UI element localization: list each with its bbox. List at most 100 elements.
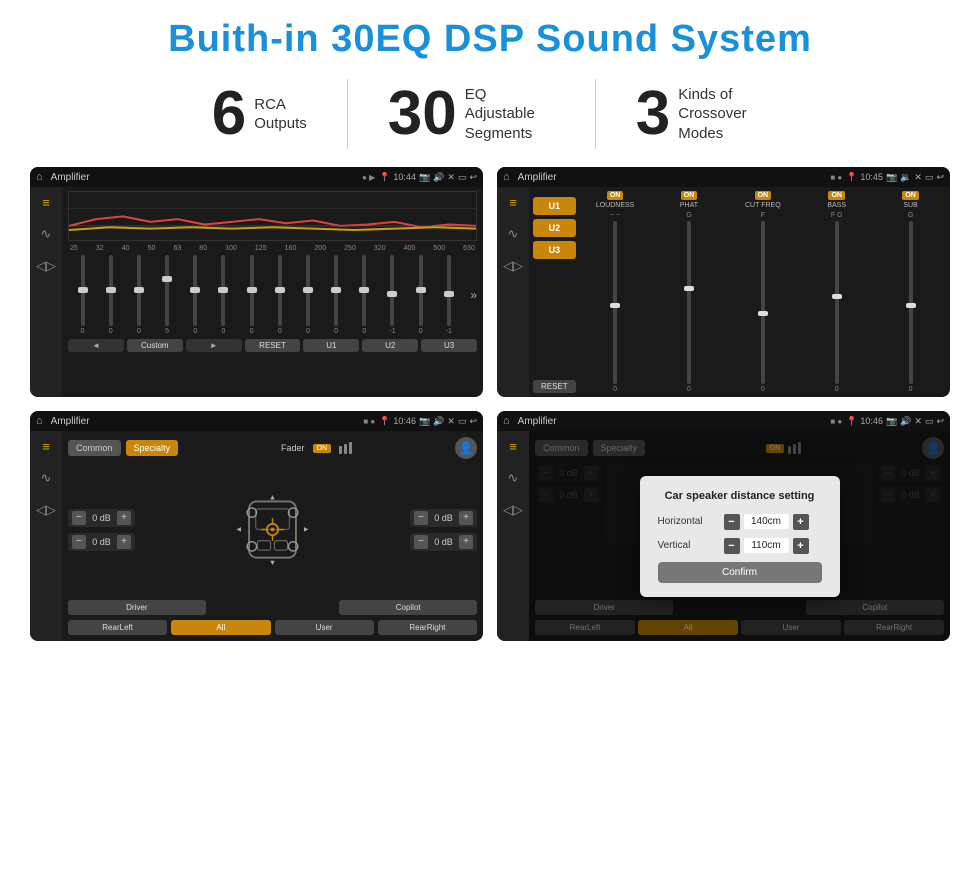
s3-tabs: Common Specialty: [68, 440, 178, 456]
confirm-button[interactable]: Confirm: [658, 562, 822, 583]
eq-next-btn[interactable]: ►: [186, 339, 242, 352]
home-icon-4[interactable]: ⌂: [503, 415, 510, 427]
status-bar-1: ⌂ Amplifier ● ▶ 📍 10:44 📷 🔊 ✕ ▭ ↩: [30, 167, 483, 187]
eq-u1-btn[interactable]: U1: [303, 339, 359, 352]
speaker-icon[interactable]: ◁▷: [36, 258, 56, 274]
eq-slider-9[interactable]: 0: [324, 255, 349, 335]
vol-icon-3: 🔊: [433, 416, 444, 427]
eq-slider-12[interactable]: 0: [408, 255, 433, 335]
amp-u2-btn[interactable]: U2: [533, 219, 576, 237]
screen-common: ⌂ Amplifier ■ ● 📍 10:46 📷 🔊 ✕ ▭ ↩ ≡ ∿ ◁▷: [30, 411, 483, 641]
amp-u3-btn[interactable]: U3: [533, 241, 576, 259]
right-top-minus[interactable]: −: [414, 511, 428, 525]
right-bot-minus[interactable]: −: [414, 535, 428, 549]
wave-icon[interactable]: ∿: [41, 226, 52, 242]
eq-slider-10[interactable]: 0: [352, 255, 377, 335]
eq-slider-1[interactable]: 0: [98, 255, 123, 335]
home-icon-2[interactable]: ⌂: [503, 171, 510, 183]
phat-title: PHAT: [680, 202, 698, 209]
back-icon-2[interactable]: ↩: [936, 172, 944, 183]
back-icon-3[interactable]: ↩: [469, 416, 477, 427]
bass-slider[interactable]: [835, 221, 839, 384]
driver-btn[interactable]: Driver: [68, 600, 206, 615]
speaker-icon-3[interactable]: ◁▷: [36, 502, 56, 518]
back-icon-1[interactable]: ↩: [469, 172, 477, 183]
tab-common[interactable]: Common: [68, 440, 121, 456]
cutfreq-slider[interactable]: [761, 221, 765, 384]
eq-slider-6[interactable]: 0: [239, 255, 264, 335]
eq-u2-btn[interactable]: U2: [362, 339, 418, 352]
eq-slider-11[interactable]: -1: [380, 255, 405, 335]
eq-icon-3[interactable]: ≡: [42, 439, 50, 454]
user-icon-3[interactable]: 👤: [455, 437, 477, 459]
left-top-plus[interactable]: +: [117, 511, 131, 525]
map-icon-3: 📍: [379, 416, 390, 427]
cutfreq-on-badge[interactable]: ON: [755, 191, 772, 200]
speaker-icon-2[interactable]: ◁▷: [503, 258, 523, 274]
vol-icon-1: 🔊: [433, 172, 444, 183]
left-top-val: 0 dB: [89, 513, 114, 523]
left-bot-val: 0 dB: [89, 537, 114, 547]
horizontal-minus-btn[interactable]: −: [724, 514, 740, 530]
cam-icon-2: 📷: [886, 172, 897, 183]
eq-more-icon[interactable]: »: [470, 255, 477, 335]
sub-on-badge[interactable]: ON: [902, 191, 919, 200]
map-icon-4: 📍: [846, 416, 857, 427]
amp-phat-col: ON PHAT G 0: [654, 191, 725, 393]
right-db-controls: − 0 dB + − 0 dB +: [410, 509, 477, 551]
loudness-slider[interactable]: [613, 221, 617, 384]
all-btn[interactable]: All: [171, 620, 270, 635]
left-top-minus[interactable]: −: [72, 511, 86, 525]
horizontal-plus-btn[interactable]: +: [793, 514, 809, 530]
vertical-plus-btn[interactable]: +: [793, 538, 809, 554]
speaker-icon-4[interactable]: ◁▷: [503, 502, 523, 518]
user-btn[interactable]: User: [275, 620, 374, 635]
wave-icon-4[interactable]: ∿: [508, 470, 519, 486]
fader-on-badge[interactable]: ON: [313, 444, 332, 453]
right-bot-plus[interactable]: +: [459, 535, 473, 549]
eq-slider-5[interactable]: 0: [211, 255, 236, 335]
cam-icon-1: 📷: [419, 172, 430, 183]
bass-on-badge[interactable]: ON: [828, 191, 845, 200]
side-icons-1: ≡ ∿ ◁▷: [30, 187, 62, 397]
vertical-minus-btn[interactable]: −: [724, 538, 740, 554]
left-bot-minus[interactable]: −: [72, 535, 86, 549]
eq-slider-2[interactable]: 0: [126, 255, 151, 335]
eq-icon-2[interactable]: ≡: [509, 195, 517, 210]
time-4: 10:46: [860, 416, 883, 426]
back-icon-4[interactable]: ↩: [936, 416, 944, 427]
amp-u1-btn[interactable]: U1: [533, 197, 576, 215]
app-title-4: Amplifier: [518, 416, 827, 427]
right-top-plus[interactable]: +: [459, 511, 473, 525]
phat-slider[interactable]: [687, 221, 691, 384]
copilot-btn[interactable]: Copilot: [339, 600, 477, 615]
eq-slider-4[interactable]: 0: [183, 255, 208, 335]
rearleft-btn[interactable]: RearLeft: [68, 620, 167, 635]
rearright-btn[interactable]: RearRight: [378, 620, 477, 635]
tab-specialty[interactable]: Specialty: [126, 440, 179, 456]
eq-reset-btn[interactable]: RESET: [245, 339, 301, 352]
bass-title: BASS: [827, 202, 846, 209]
sub-title: SUB: [903, 202, 917, 209]
eq-icon[interactable]: ≡: [42, 195, 50, 210]
amp-reset-btn[interactable]: RESET: [533, 380, 576, 393]
eq-slider-8[interactable]: 0: [295, 255, 320, 335]
loudness-on-badge[interactable]: ON: [607, 191, 624, 200]
eq-prev-btn[interactable]: ◄: [68, 339, 124, 352]
eq-slider-7[interactable]: 0: [267, 255, 292, 335]
home-icon-3[interactable]: ⌂: [36, 415, 43, 427]
eq-slider-13[interactable]: -1: [436, 255, 461, 335]
eq-u3-btn[interactable]: U3: [421, 339, 477, 352]
dialog-horizontal-row: Horizontal − 140cm +: [658, 514, 822, 530]
left-bot-plus[interactable]: +: [117, 535, 131, 549]
eq-slider-3[interactable]: 5: [155, 255, 180, 335]
eq-slider-0[interactable]: 0: [70, 255, 95, 335]
eq-custom-btn[interactable]: Custom: [127, 339, 183, 352]
wave-icon-3[interactable]: ∿: [41, 470, 52, 486]
sub-slider[interactable]: [909, 221, 913, 384]
svg-text:►: ►: [303, 524, 310, 533]
wave-icon-2[interactable]: ∿: [508, 226, 519, 242]
phat-on-badge[interactable]: ON: [681, 191, 698, 200]
eq-icon-4[interactable]: ≡: [509, 439, 517, 454]
home-icon-1[interactable]: ⌂: [36, 171, 43, 183]
